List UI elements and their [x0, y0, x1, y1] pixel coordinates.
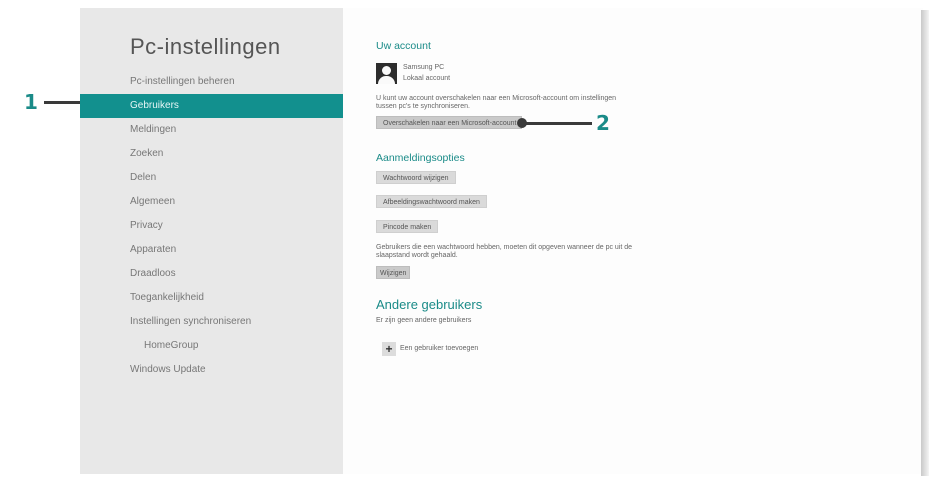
sidebar-item-search[interactable]: Zoeken: [80, 142, 343, 166]
sidebar-item-sync-settings[interactable]: Instellingen synchroniseren: [80, 310, 343, 334]
sidebar-item-devices[interactable]: Apparaten: [80, 238, 343, 262]
sidebar-item-users[interactable]: Gebruikers: [80, 94, 343, 118]
callout-2: 2: [596, 111, 610, 135]
change-password-button[interactable]: Wachtwoord wijzigen: [376, 171, 456, 184]
picture-password-button[interactable]: Afbeeldingswachtwoord maken: [376, 195, 487, 208]
policy-change-button[interactable]: Wijzigen: [376, 266, 411, 279]
sidebar: Pc-instellingen Pc-instellingen beheren …: [80, 8, 343, 474]
switch-account-button[interactable]: Overschakelen naar een Microsoft-account: [376, 116, 522, 129]
avatar: [376, 63, 397, 84]
account-type: Lokaal account: [403, 75, 451, 82]
avatar-head: [382, 66, 391, 75]
other-users-text: Er zijn geen andere gebruikers: [376, 317, 472, 324]
add-user-label[interactable]: Een gebruiker toevoegen: [400, 345, 478, 353]
account-name: Samsung PC: [403, 64, 445, 71]
avatar-body: [378, 76, 395, 84]
window-shadow: [921, 10, 929, 476]
sidebar-item-wireless[interactable]: Draadloos: [80, 262, 343, 286]
sidebar-item-share[interactable]: Delen: [80, 166, 343, 190]
password-policy-text: Gebruikers die een wachtwoord hebben, mo…: [376, 244, 633, 259]
sidebar-item-pc-settings[interactable]: Pc-instellingen beheren: [80, 70, 343, 94]
create-pin-button[interactable]: Pincode maken: [376, 220, 439, 233]
callout-1: 1: [24, 90, 38, 114]
callout-2-line: [522, 122, 592, 125]
sidebar-item-accessibility[interactable]: Toegankelijkheid: [80, 286, 343, 310]
account-heading: Uw account: [376, 40, 431, 52]
add-user-icon[interactable]: +: [382, 342, 396, 356]
sidebar-item-privacy[interactable]: Privacy: [80, 214, 343, 238]
sidebar-item-homegroup[interactable]: HomeGroup: [80, 334, 343, 358]
signin-options-heading: Aanmeldingsopties: [376, 152, 465, 164]
sidebar-title: Pc-instellingen: [130, 34, 281, 59]
sidebar-nav: Pc-instellingen beheren Gebruikers Meldi…: [80, 70, 343, 382]
sidebar-item-windows-update[interactable]: Windows Update: [80, 358, 343, 382]
account-description: U kunt uw account overschakelen naar een…: [376, 95, 617, 110]
other-users-heading: Andere gebruikers: [376, 297, 483, 312]
sidebar-item-notifications[interactable]: Meldingen: [80, 118, 343, 142]
settings-window: Pc-instellingen Pc-instellingen beheren …: [80, 8, 923, 474]
sidebar-item-general[interactable]: Algemeen: [80, 190, 343, 214]
main-content: Uw account Samsung PC Lokaal account U k…: [376, 8, 916, 474]
